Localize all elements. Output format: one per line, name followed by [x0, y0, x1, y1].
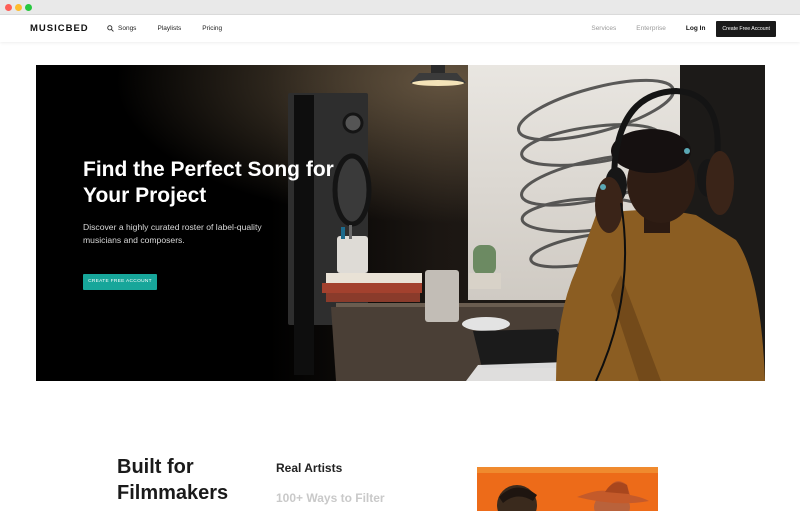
- nav-pricing[interactable]: Pricing: [202, 25, 222, 32]
- search-icon: [107, 25, 114, 32]
- feature-tab-real-artists[interactable]: Real Artists: [276, 461, 342, 475]
- close-window-button[interactable]: [5, 4, 12, 11]
- browser-toolbar: [0, 0, 800, 15]
- feature-illustration: [477, 467, 658, 511]
- maximize-window-button[interactable]: [25, 4, 32, 11]
- nav-playlists[interactable]: Playlists: [157, 25, 181, 32]
- site-header: MUSICBED Songs Playlists Pricing Service…: [0, 15, 800, 42]
- login-link[interactable]: Log In: [686, 25, 706, 32]
- hero-banner: Find the Perfect Song for Your Project D…: [36, 65, 765, 381]
- nav-songs-label: Songs: [118, 25, 137, 32]
- secondary-nav: Services Enterprise Log In Create Free A…: [591, 15, 776, 42]
- feature-image: [477, 467, 658, 511]
- hero-create-account-button[interactable]: CREATE FREE ACCOUNT: [83, 274, 157, 290]
- nav-services[interactable]: Services: [591, 25, 616, 32]
- musicbed-logo[interactable]: MUSICBED: [30, 23, 89, 34]
- hero-subtitle: Discover a highly curated roster of labe…: [83, 222, 262, 245]
- create-free-account-button[interactable]: Create Free Account: [716, 20, 776, 37]
- features-heading: Built for Filmmakers: [117, 456, 229, 504]
- hero-title: Find the Perfect Song for Your Project: [83, 158, 334, 207]
- feature-tab-filters[interactable]: 100+ Ways to Filter: [276, 491, 385, 505]
- primary-nav: Songs Playlists Pricing: [107, 15, 243, 42]
- nav-enterprise[interactable]: Enterprise: [636, 25, 666, 32]
- minimize-window-button[interactable]: [15, 4, 22, 11]
- nav-songs[interactable]: Songs: [107, 25, 136, 32]
